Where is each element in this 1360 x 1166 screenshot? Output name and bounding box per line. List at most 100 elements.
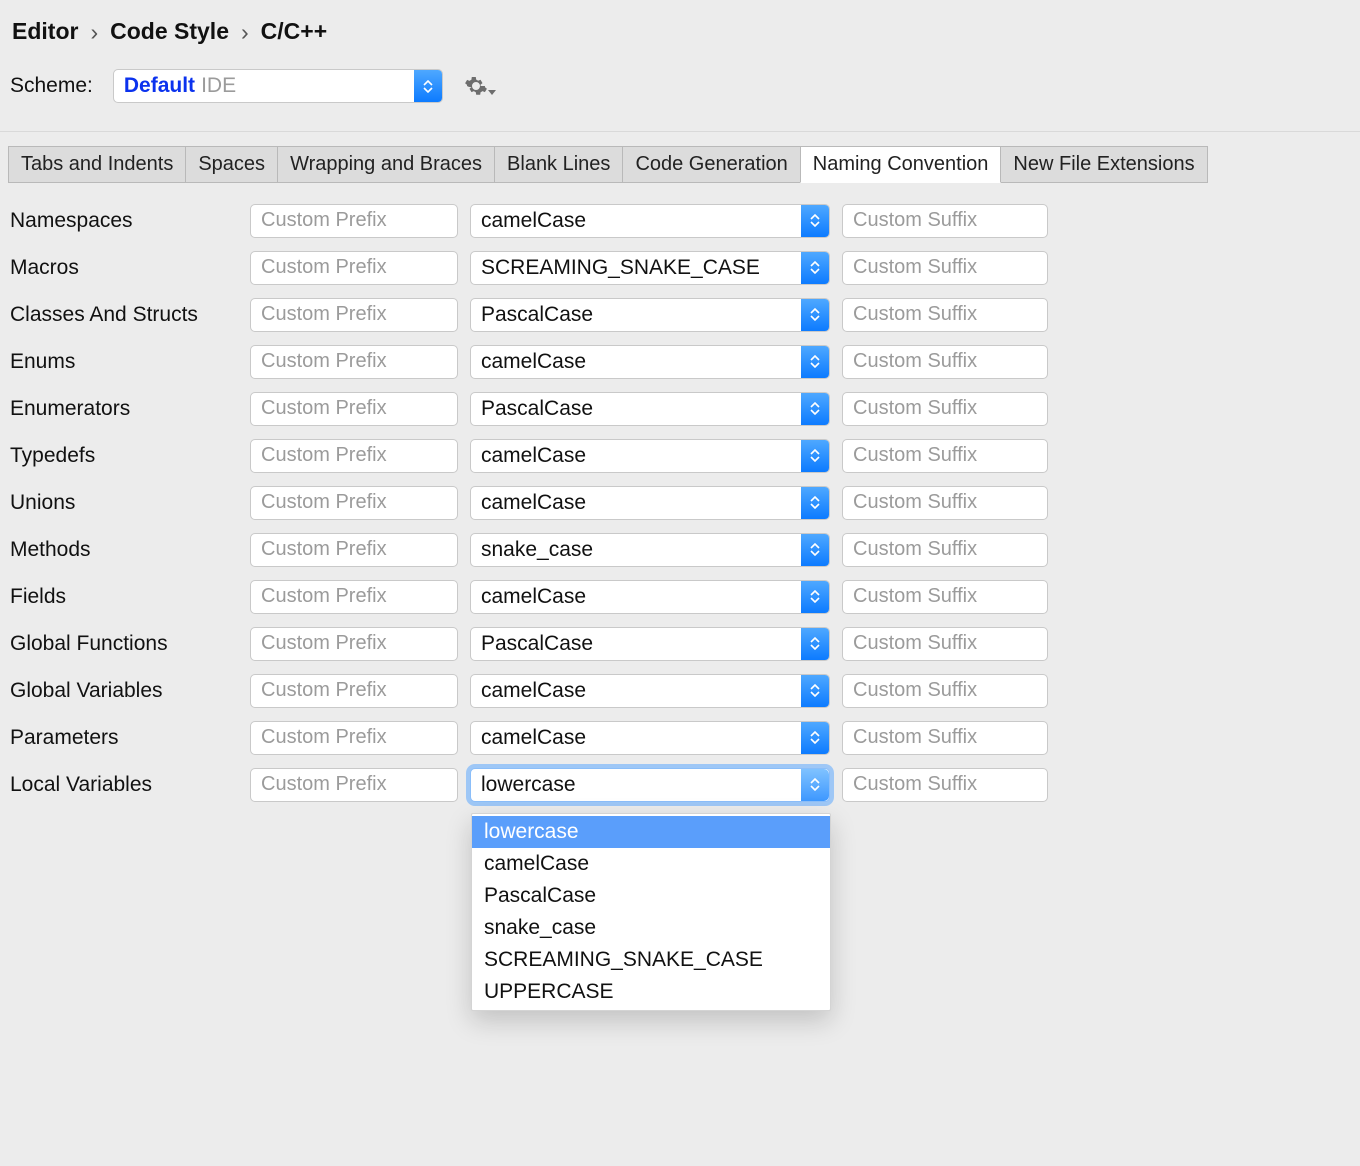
tab-naming-convention[interactable]: Naming Convention	[800, 146, 1002, 183]
dropdown-option-pascalcase[interactable]: PascalCase	[472, 880, 830, 912]
style-value: PascalCase	[471, 632, 593, 656]
breadcrumb: Editor › Code Style › C/C++	[0, 14, 1360, 67]
tab-new-file-ext[interactable]: New File Extensions	[1000, 146, 1207, 183]
row-label-global-variables: Global Variables	[10, 679, 250, 703]
suffix-input[interactable]: Custom Suffix	[842, 533, 1048, 567]
suffix-input[interactable]: Custom Suffix	[842, 486, 1048, 520]
breadcrumb-editor[interactable]: Editor	[12, 18, 78, 45]
style-value: lowercase	[471, 773, 576, 797]
chevron-right-icon: ›	[90, 19, 98, 46]
gear-icon[interactable]	[463, 74, 497, 98]
suffix-input[interactable]: Custom Suffix	[842, 439, 1048, 473]
row-label-global-functions: Global Functions	[10, 632, 250, 656]
style-select-global-functions[interactable]: PascalCase	[470, 627, 830, 661]
prefix-input[interactable]: Custom Prefix	[250, 345, 458, 379]
style-value: camelCase	[471, 679, 586, 703]
row-label-methods: Methods	[10, 538, 250, 562]
breadcrumb-code-style[interactable]: Code Style	[110, 18, 229, 45]
updown-icon[interactable]	[801, 252, 829, 284]
style-select-macros[interactable]: SCREAMING_SNAKE_CASE	[470, 251, 830, 285]
prefix-input[interactable]: Custom Prefix	[250, 721, 458, 755]
updown-icon[interactable]	[801, 769, 829, 801]
style-select-local-variables[interactable]: lowercase lowercase camelCase PascalCase…	[470, 768, 830, 802]
updown-icon[interactable]	[801, 722, 829, 754]
suffix-input[interactable]: Custom Suffix	[842, 204, 1048, 238]
dropdown-option-camelcase[interactable]: camelCase	[472, 848, 830, 880]
row-label-fields: Fields	[10, 585, 250, 609]
suffix-input[interactable]: Custom Suffix	[842, 392, 1048, 426]
style-select-namespaces[interactable]: camelCase	[470, 204, 830, 238]
suffix-input[interactable]: Custom Suffix	[842, 298, 1048, 332]
updown-icon[interactable]	[414, 70, 442, 102]
dropdown-option-uppercase[interactable]: UPPERCASE	[472, 976, 830, 1008]
row-label-enums: Enums	[10, 350, 250, 374]
updown-icon[interactable]	[801, 675, 829, 707]
suffix-input[interactable]: Custom Suffix	[842, 251, 1048, 285]
suffix-input[interactable]: Custom Suffix	[842, 345, 1048, 379]
prefix-input[interactable]: Custom Prefix	[250, 580, 458, 614]
suffix-input[interactable]: Custom Suffix	[842, 721, 1048, 755]
prefix-input[interactable]: Custom Prefix	[250, 533, 458, 567]
style-select-typedefs[interactable]: camelCase	[470, 439, 830, 473]
row-label-namespaces: Namespaces	[10, 209, 250, 233]
tab-spaces[interactable]: Spaces	[185, 146, 278, 183]
row-label-enumerators: Enumerators	[10, 397, 250, 421]
prefix-input[interactable]: Custom Prefix	[250, 486, 458, 520]
prefix-input[interactable]: Custom Prefix	[250, 627, 458, 661]
tab-code-gen[interactable]: Code Generation	[622, 146, 800, 183]
scheme-label: Scheme:	[10, 74, 93, 98]
row-label-macros: Macros	[10, 256, 250, 280]
style-value: PascalCase	[471, 397, 593, 421]
style-value: camelCase	[471, 585, 586, 609]
prefix-input[interactable]: Custom Prefix	[250, 439, 458, 473]
style-select-methods[interactable]: snake_case	[470, 533, 830, 567]
dropdown-option-snakecase[interactable]: snake_case	[472, 912, 830, 944]
prefix-input[interactable]: Custom Prefix	[250, 674, 458, 708]
style-value: PascalCase	[471, 303, 593, 327]
style-dropdown-popup: lowercase camelCase PascalCase snake_cas…	[471, 813, 831, 1011]
prefix-input[interactable]: Custom Prefix	[250, 768, 458, 802]
scheme-value: Default	[114, 74, 195, 98]
updown-icon[interactable]	[801, 393, 829, 425]
updown-icon[interactable]	[801, 299, 829, 331]
style-value: camelCase	[471, 726, 586, 750]
row-label-parameters: Parameters	[10, 726, 250, 750]
tab-tabs-indents[interactable]: Tabs and Indents	[8, 146, 186, 183]
style-select-enums[interactable]: camelCase	[470, 345, 830, 379]
row-label-unions: Unions	[10, 491, 250, 515]
style-value: camelCase	[471, 491, 586, 515]
updown-icon[interactable]	[801, 581, 829, 613]
scheme-select[interactable]: Default IDE	[113, 69, 443, 103]
dropdown-option-lowercase[interactable]: lowercase	[472, 816, 830, 848]
updown-icon[interactable]	[801, 534, 829, 566]
style-select-global-variables[interactable]: camelCase	[470, 674, 830, 708]
updown-icon[interactable]	[801, 487, 829, 519]
prefix-input[interactable]: Custom Prefix	[250, 392, 458, 426]
prefix-input[interactable]: Custom Prefix	[250, 251, 458, 285]
updown-icon[interactable]	[801, 205, 829, 237]
prefix-input[interactable]: Custom Prefix	[250, 204, 458, 238]
dropdown-option-screaming[interactable]: SCREAMING_SNAKE_CASE	[472, 944, 830, 976]
row-label-typedefs: Typedefs	[10, 444, 250, 468]
tab-wrapping[interactable]: Wrapping and Braces	[277, 146, 495, 183]
chevron-right-icon: ›	[241, 19, 249, 46]
suffix-input[interactable]: Custom Suffix	[842, 768, 1048, 802]
style-value: camelCase	[471, 209, 586, 233]
style-value: snake_case	[471, 538, 593, 562]
scheme-scope-tag: IDE	[195, 74, 236, 98]
style-select-parameters[interactable]: camelCase	[470, 721, 830, 755]
suffix-input[interactable]: Custom Suffix	[842, 674, 1048, 708]
suffix-input[interactable]: Custom Suffix	[842, 627, 1048, 661]
suffix-input[interactable]: Custom Suffix	[842, 580, 1048, 614]
style-select-fields[interactable]: camelCase	[470, 580, 830, 614]
prefix-input[interactable]: Custom Prefix	[250, 298, 458, 332]
breadcrumb-cpp: C/C++	[261, 18, 327, 45]
style-select-unions[interactable]: camelCase	[470, 486, 830, 520]
updown-icon[interactable]	[801, 628, 829, 660]
updown-icon[interactable]	[801, 440, 829, 472]
tabs: Tabs and Indents Spaces Wrapping and Bra…	[0, 146, 1360, 183]
style-select-classes[interactable]: PascalCase	[470, 298, 830, 332]
tab-blank-lines[interactable]: Blank Lines	[494, 146, 623, 183]
style-select-enumerators[interactable]: PascalCase	[470, 392, 830, 426]
updown-icon[interactable]	[801, 346, 829, 378]
